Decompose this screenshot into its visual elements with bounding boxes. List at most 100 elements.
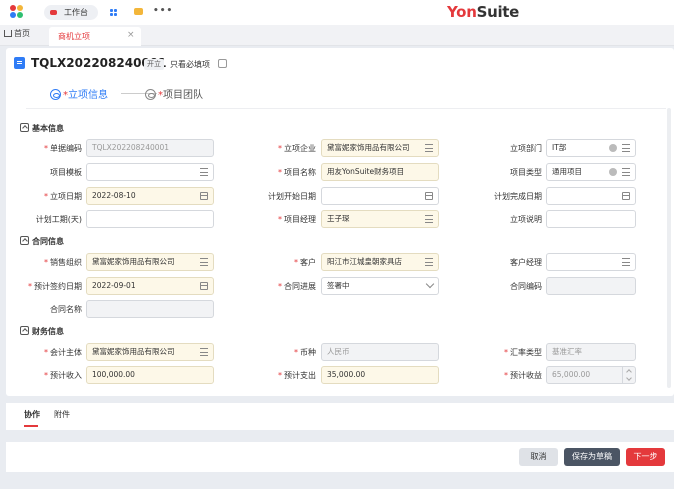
list-icon[interactable]	[425, 144, 433, 152]
proj-name-field[interactable]: 用友YonSuite财务项目	[321, 163, 439, 181]
desc-field[interactable]	[546, 210, 636, 228]
close-icon[interactable]: ×	[127, 30, 135, 40]
currency-field[interactable]: 人民币	[321, 343, 439, 361]
contract-code-label: 合同编码	[510, 282, 542, 291]
section-contract-toggle[interactable]: 合同信息	[20, 235, 64, 247]
section-title: 合同信息	[32, 237, 64, 246]
status-badge: 开立	[144, 59, 164, 70]
calendar-icon[interactable]	[200, 282, 208, 290]
exp-income-label: * 预计收入	[44, 371, 82, 380]
calendar-icon[interactable]	[622, 192, 630, 200]
plan-start-field[interactable]	[321, 187, 439, 205]
plan-end-field[interactable]	[546, 187, 636, 205]
brand-logo: YonSuite	[447, 3, 520, 21]
cust-manager-field[interactable]	[546, 253, 636, 271]
required-only-checkbox[interactable]	[218, 59, 227, 68]
acct-entity-field[interactable]: 黛富妮家饰用品有限公司	[86, 343, 214, 361]
list-icon[interactable]	[622, 144, 630, 152]
plan-days-field[interactable]	[86, 210, 214, 228]
company-field[interactable]: 黛富妮家饰用品有限公司	[321, 139, 439, 157]
list-icon[interactable]	[200, 348, 208, 356]
step-project-team[interactable]: *项目团队	[145, 86, 203, 101]
tab-active-label: 商机立项	[58, 32, 90, 41]
collapse-icon	[20, 236, 29, 245]
scrollbar[interactable]	[667, 108, 671, 388]
clear-icon[interactable]	[609, 168, 617, 176]
exp-expense-field[interactable]: 35,000.00	[321, 366, 439, 384]
sign-date-label: * 预计签约日期	[28, 282, 82, 291]
chat-icon[interactable]	[134, 8, 143, 15]
plan-end-label: 计划完成日期	[494, 192, 542, 201]
proj-type-field[interactable]: 通用项目	[546, 163, 636, 181]
list-icon[interactable]	[200, 258, 208, 266]
section-finance-toggle[interactable]: 财务信息	[20, 325, 64, 337]
step-label: 项目团队	[163, 90, 203, 101]
exp-profit-label: * 预计收益	[504, 371, 542, 380]
company-label: * 立项企业	[278, 144, 316, 153]
plan-start-label: 计划开始日期	[268, 192, 316, 201]
chevron-down-icon[interactable]	[425, 279, 435, 289]
sign-date-field[interactable]: 2022-09-01	[86, 277, 214, 295]
clear-icon[interactable]	[609, 144, 617, 152]
tab-collaboration[interactable]: 协作	[24, 409, 40, 420]
doc-code-label: * 单据编码	[44, 144, 82, 153]
contract-name-field[interactable]	[86, 300, 214, 318]
step-nav: *立项信息 *项目团队	[26, 79, 666, 109]
acct-entity-label: * 会计主体	[44, 348, 82, 357]
grid-icon[interactable]	[110, 9, 118, 17]
next-button[interactable]: 下一步	[626, 448, 665, 466]
template-field[interactable]	[86, 163, 214, 181]
contract-code-field[interactable]	[546, 277, 636, 295]
workbench-button[interactable]: 工作台	[44, 5, 98, 20]
customer-label: * 客户	[294, 258, 316, 267]
exp-income-field[interactable]: 100,000.00	[86, 366, 214, 384]
desc-label: 立项说明	[510, 215, 542, 224]
proj-type-label: 项目类型	[510, 168, 542, 177]
app-logo-icon[interactable]	[10, 5, 26, 19]
proj-name-label: * 项目名称	[278, 168, 316, 177]
form-card: TQLX202208240001 开立 只看必填项 *立项信息 *项目团队 基本…	[6, 48, 674, 396]
section-title: 财务信息	[32, 327, 64, 336]
customer-field[interactable]: 阳江市江城皇朝家具店	[321, 253, 439, 271]
currency-label: * 币种	[294, 348, 316, 357]
contract-progress-select[interactable]: 签署中	[321, 277, 439, 295]
rate-type-field[interactable]: 基准汇率	[546, 343, 636, 361]
tab-attachments[interactable]: 附件	[54, 409, 70, 420]
step-project-info[interactable]: *立项信息	[50, 86, 108, 101]
rate-type-label: * 汇率类型	[504, 348, 542, 357]
save-draft-button[interactable]: 保存为草稿	[564, 448, 620, 466]
sales-org-field[interactable]: 黛富妮家饰用品有限公司	[86, 253, 214, 271]
more-icon[interactable]: •••	[153, 6, 173, 16]
cancel-button[interactable]: 取消	[519, 448, 558, 466]
list-icon[interactable]	[622, 168, 630, 176]
collapse-icon	[20, 123, 29, 132]
step-label: 立项信息	[68, 90, 108, 101]
calendar-icon[interactable]	[200, 192, 208, 200]
setup-date-label: * 立项日期	[44, 192, 82, 201]
active-tab-indicator	[24, 425, 38, 427]
dept-label: 立项部门	[510, 144, 542, 153]
list-icon[interactable]	[622, 258, 630, 266]
document-icon	[14, 57, 25, 69]
plan-days-label: 计划工期(天)	[35, 215, 82, 224]
list-icon[interactable]	[425, 215, 433, 223]
calendar-icon[interactable]	[425, 192, 433, 200]
exp-profit-field[interactable]: 65,000.00	[546, 366, 636, 384]
home-icon	[4, 30, 12, 37]
manager-field[interactable]: 王子琛	[321, 210, 439, 228]
doc-code-field[interactable]: TQLX202208240001	[86, 139, 214, 157]
contract-name-label: 合同名称	[50, 305, 82, 314]
top-bar: 工作台 ••• YonSuite	[0, 0, 674, 25]
contract-progress-label: * 合同进展	[278, 282, 316, 291]
sub-tab-bar: 协作 附件	[6, 403, 674, 430]
tab-home[interactable]: 首页	[4, 28, 30, 43]
setup-date-field[interactable]: 2022-08-10	[86, 187, 214, 205]
list-icon[interactable]	[425, 258, 433, 266]
dept-field[interactable]: IT部	[546, 139, 636, 157]
stepper-icon[interactable]	[622, 367, 635, 383]
list-icon[interactable]	[200, 168, 208, 176]
section-basic-toggle[interactable]: 基本信息	[20, 122, 64, 134]
cust-manager-label: 客户经理	[510, 258, 542, 267]
eye-icon	[50, 89, 61, 100]
tab-project-setup[interactable]: 商机立项 ×	[49, 27, 141, 46]
